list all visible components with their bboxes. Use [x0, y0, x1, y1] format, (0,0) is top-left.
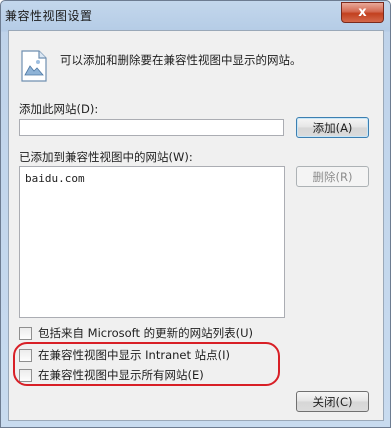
title-bar: 兼容性视图设置 x — [1, 1, 390, 29]
intro-text: 可以添加和删除要在兼容性视图中显示的网站。 — [60, 53, 302, 67]
site-listbox[interactable]: baidu.com — [19, 166, 285, 318]
add-button-label: 添加(A) — [312, 120, 353, 135]
window-close-button[interactable]: x — [341, 2, 384, 23]
remove-button-label: 删除(R) — [312, 169, 353, 184]
remove-button[interactable]: 删除(R) — [296, 166, 369, 187]
list-item[interactable]: baidu.com — [25, 172, 85, 185]
add-button[interactable]: 添加(A) — [296, 117, 369, 138]
window-title: 兼容性视图设置 — [5, 9, 93, 23]
add-site-input[interactable] — [19, 119, 284, 136]
red-annotation-ellipse — [13, 342, 280, 386]
option-label: 包括来自 Microsoft 的更新的网站列表(U) — [38, 326, 254, 340]
dialog-window: 兼容性视图设置 x 可以添加和删除要在兼容性视图中显示的网站。 添加此网站(D)… — [0, 0, 391, 428]
close-dialog-button[interactable]: 关闭(C) — [296, 391, 369, 412]
checkbox[interactable] — [19, 326, 32, 340]
add-site-label: 添加此网站(D): — [19, 102, 99, 116]
site-list-label: 已添加到兼容性视图中的网站(W): — [19, 150, 193, 164]
option-microsoft-list[interactable]: 包括来自 Microsoft 的更新的网站列表(U) — [19, 325, 253, 341]
close-icon: x — [358, 5, 367, 20]
close-button-label: 关闭(C) — [312, 394, 353, 409]
web-page-icon — [21, 50, 47, 82]
dialog-client-area: 可以添加和删除要在兼容性视图中显示的网站。 添加此网站(D): 添加(A) 已添… — [8, 30, 384, 421]
